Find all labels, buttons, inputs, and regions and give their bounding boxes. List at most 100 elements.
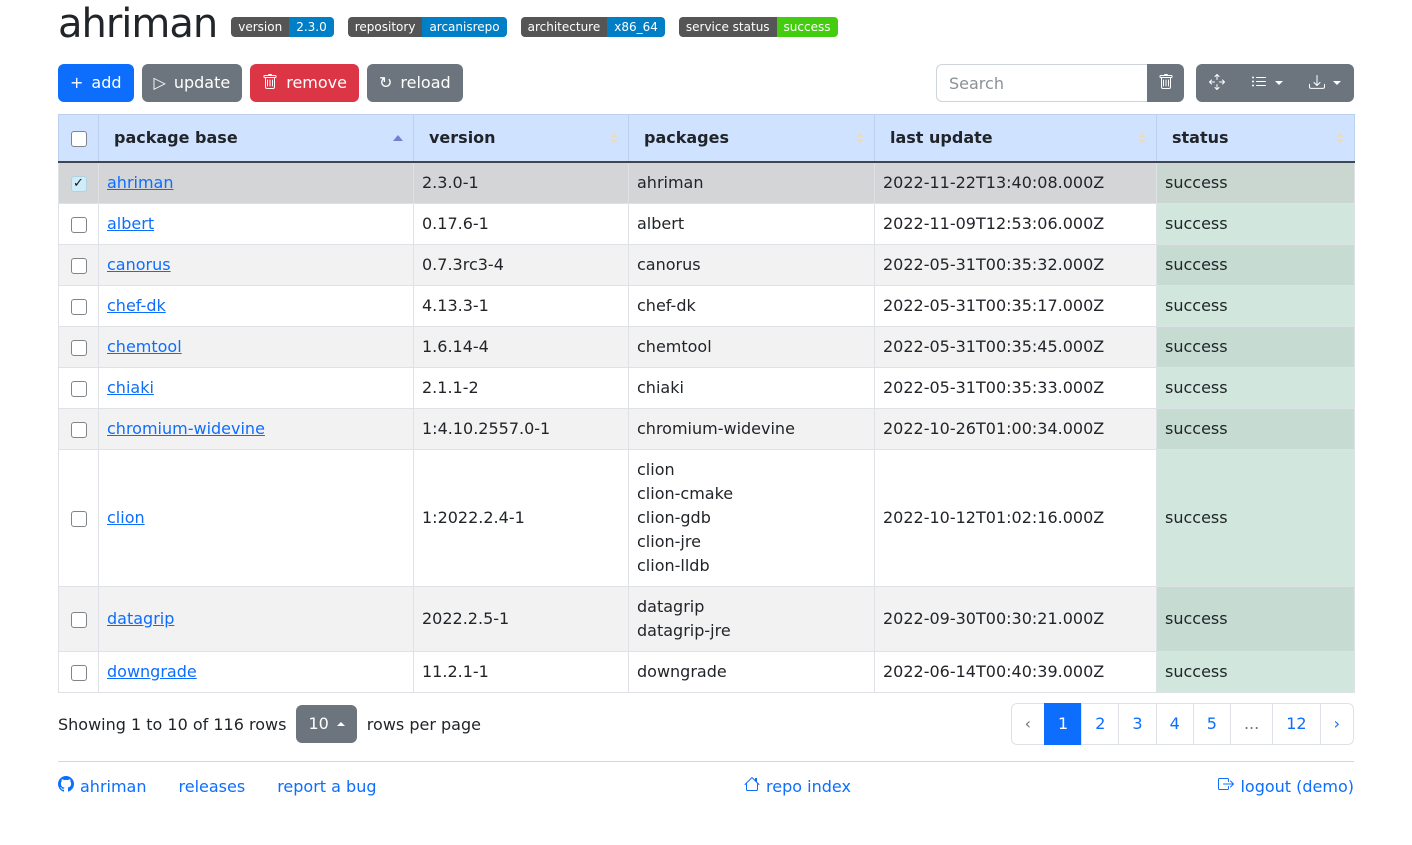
- repo-index-link[interactable]: repo index: [744, 776, 851, 796]
- pagination-page-5[interactable]: 5: [1194, 703, 1231, 745]
- version-cell: 2.1.1-2: [414, 368, 629, 409]
- row-checkbox[interactable]: [71, 299, 87, 315]
- logout-link[interactable]: logout (demo): [1218, 776, 1354, 796]
- table-row: chef-dk 4.13.3-1 chef-dk 2022-05-31T00:3…: [59, 286, 1355, 327]
- status-cell: success: [1157, 286, 1355, 327]
- packages-cell: chef-dk: [629, 286, 875, 327]
- toolbar: + add ▷ update remove ↻ reload: [58, 64, 1354, 102]
- add-button[interactable]: + add: [58, 64, 134, 102]
- releases-link[interactable]: releases: [179, 777, 246, 796]
- table-row: clion 1:2022.2.4-1 clion clion-cmake cli…: [59, 450, 1355, 587]
- row-checkbox[interactable]: [71, 381, 87, 397]
- table-row: ahriman 2.3.0-1 ahriman 2022-11-22T13:40…: [59, 162, 1355, 204]
- column-header-packages[interactable]: packages: [629, 115, 875, 163]
- version-cell: 0.7.3rc3-4: [414, 245, 629, 286]
- package-base-link[interactable]: chromium-widevine: [107, 419, 265, 438]
- version-cell: 1.6.14-4: [414, 327, 629, 368]
- remove-button[interactable]: remove: [250, 64, 359, 102]
- version-cell: 4.13.3-1: [414, 286, 629, 327]
- caret-up-icon: [337, 722, 345, 726]
- status-cell: success: [1157, 162, 1355, 204]
- select-all-checkbox[interactable]: [71, 131, 87, 147]
- package-base-link[interactable]: chiaki: [107, 378, 154, 397]
- table-row: albert 0.17.6-1 albert 2022-11-09T12:53:…: [59, 204, 1355, 245]
- sort-icon: [1336, 132, 1344, 144]
- packages-cell: clion clion-cmake clion-gdb clion-jre cl…: [629, 450, 875, 587]
- report-bug-link[interactable]: report a bug: [277, 777, 376, 796]
- table-row: chiaki 2.1.1-2 chiaki 2022-05-31T00:35:3…: [59, 368, 1355, 409]
- last-update-cell: 2022-09-30T00:30:21.000Z: [875, 587, 1157, 652]
- package-base-link[interactable]: datagrip: [107, 609, 174, 628]
- packages-cell: chiaki: [629, 368, 875, 409]
- packages-cell: ahriman: [629, 162, 875, 204]
- last-update-cell: 2022-05-31T00:35:33.000Z: [875, 368, 1157, 409]
- row-checkbox[interactable]: [71, 511, 87, 527]
- house-icon: [744, 776, 760, 796]
- columns-dropdown-button[interactable]: [1238, 64, 1296, 102]
- row-checkbox[interactable]: [71, 612, 87, 628]
- sort-icon: [610, 132, 618, 144]
- sort-ascending-icon: [393, 135, 403, 141]
- package-base-link[interactable]: clion: [107, 508, 145, 527]
- packages-cell: albert: [629, 204, 875, 245]
- status-cell: success: [1157, 587, 1355, 652]
- list-icon: [1251, 74, 1267, 93]
- package-base-link[interactable]: downgrade: [107, 662, 197, 681]
- repository-badge: repository arcanisrepo: [348, 17, 507, 37]
- status-cell: success: [1157, 245, 1355, 286]
- table-options-group: [1196, 64, 1354, 102]
- package-base-link[interactable]: albert: [107, 214, 154, 233]
- github-icon: [58, 776, 74, 796]
- status-cell: success: [1157, 450, 1355, 587]
- package-base-link[interactable]: chef-dk: [107, 296, 166, 315]
- pagination-page-3[interactable]: 3: [1119, 703, 1156, 745]
- search-input[interactable]: [936, 64, 1147, 102]
- clear-search-button[interactable]: [1147, 64, 1184, 102]
- pagination-ellipsis[interactable]: ...: [1231, 703, 1273, 745]
- row-checkbox[interactable]: [71, 217, 87, 233]
- column-header-status[interactable]: status: [1157, 115, 1355, 163]
- update-button[interactable]: ▷ update: [142, 64, 243, 102]
- last-update-cell: 2022-11-09T12:53:06.000Z: [875, 204, 1157, 245]
- github-link[interactable]: ahriman: [58, 776, 147, 796]
- last-update-cell: 2022-05-31T00:35:45.000Z: [875, 327, 1157, 368]
- package-base-link[interactable]: canorus: [107, 255, 171, 274]
- column-header-last-update[interactable]: last update: [875, 115, 1157, 163]
- pagination-page-2[interactable]: 2: [1082, 703, 1119, 745]
- caret-down-icon: [1275, 81, 1283, 85]
- row-checkbox[interactable]: [71, 258, 87, 274]
- pagination-next[interactable]: ›: [1321, 703, 1354, 745]
- plus-icon: +: [70, 75, 83, 91]
- toolbar-actions: + add ▷ update remove ↻ reload: [58, 64, 463, 102]
- row-checkbox[interactable]: [71, 422, 87, 438]
- fullscreen-button[interactable]: [1196, 64, 1238, 102]
- row-checkbox[interactable]: [71, 665, 87, 681]
- packages-table: package base version packages last updat…: [58, 114, 1355, 693]
- export-dropdown-button[interactable]: [1296, 64, 1354, 102]
- row-checkbox[interactable]: [71, 176, 87, 192]
- status-cell: success: [1157, 409, 1355, 450]
- last-update-cell: 2022-11-22T13:40:08.000Z: [875, 162, 1157, 204]
- package-base-link[interactable]: ahriman: [107, 173, 174, 192]
- column-header-package-base[interactable]: package base: [99, 115, 414, 163]
- service-status-badge: service status success: [679, 17, 838, 37]
- badge-list: version 2.3.0 repository arcanisrepo arc…: [231, 17, 837, 37]
- packages-cell: canorus: [629, 245, 875, 286]
- pagination-page-1[interactable]: 1: [1045, 703, 1082, 745]
- pagination-prev[interactable]: ‹: [1011, 703, 1045, 745]
- column-header-version[interactable]: version: [414, 115, 629, 163]
- package-base-link[interactable]: chemtool: [107, 337, 182, 356]
- status-cell: success: [1157, 204, 1355, 245]
- pagination-info: Showing 1 to 10 of 116 rows: [58, 715, 286, 734]
- reload-button[interactable]: ↻ reload: [367, 64, 463, 102]
- page-size-dropdown[interactable]: 10: [296, 705, 356, 743]
- last-update-cell: 2022-10-26T01:00:34.000Z: [875, 409, 1157, 450]
- status-cell: success: [1157, 652, 1355, 693]
- version-badge: version 2.3.0: [231, 17, 334, 37]
- pagination-page-4[interactable]: 4: [1157, 703, 1194, 745]
- row-checkbox[interactable]: [71, 340, 87, 356]
- table-toolbar: [936, 64, 1354, 102]
- sort-icon: [1138, 132, 1146, 144]
- pagination-page-12[interactable]: 12: [1273, 703, 1320, 745]
- reload-icon: ↻: [379, 75, 392, 91]
